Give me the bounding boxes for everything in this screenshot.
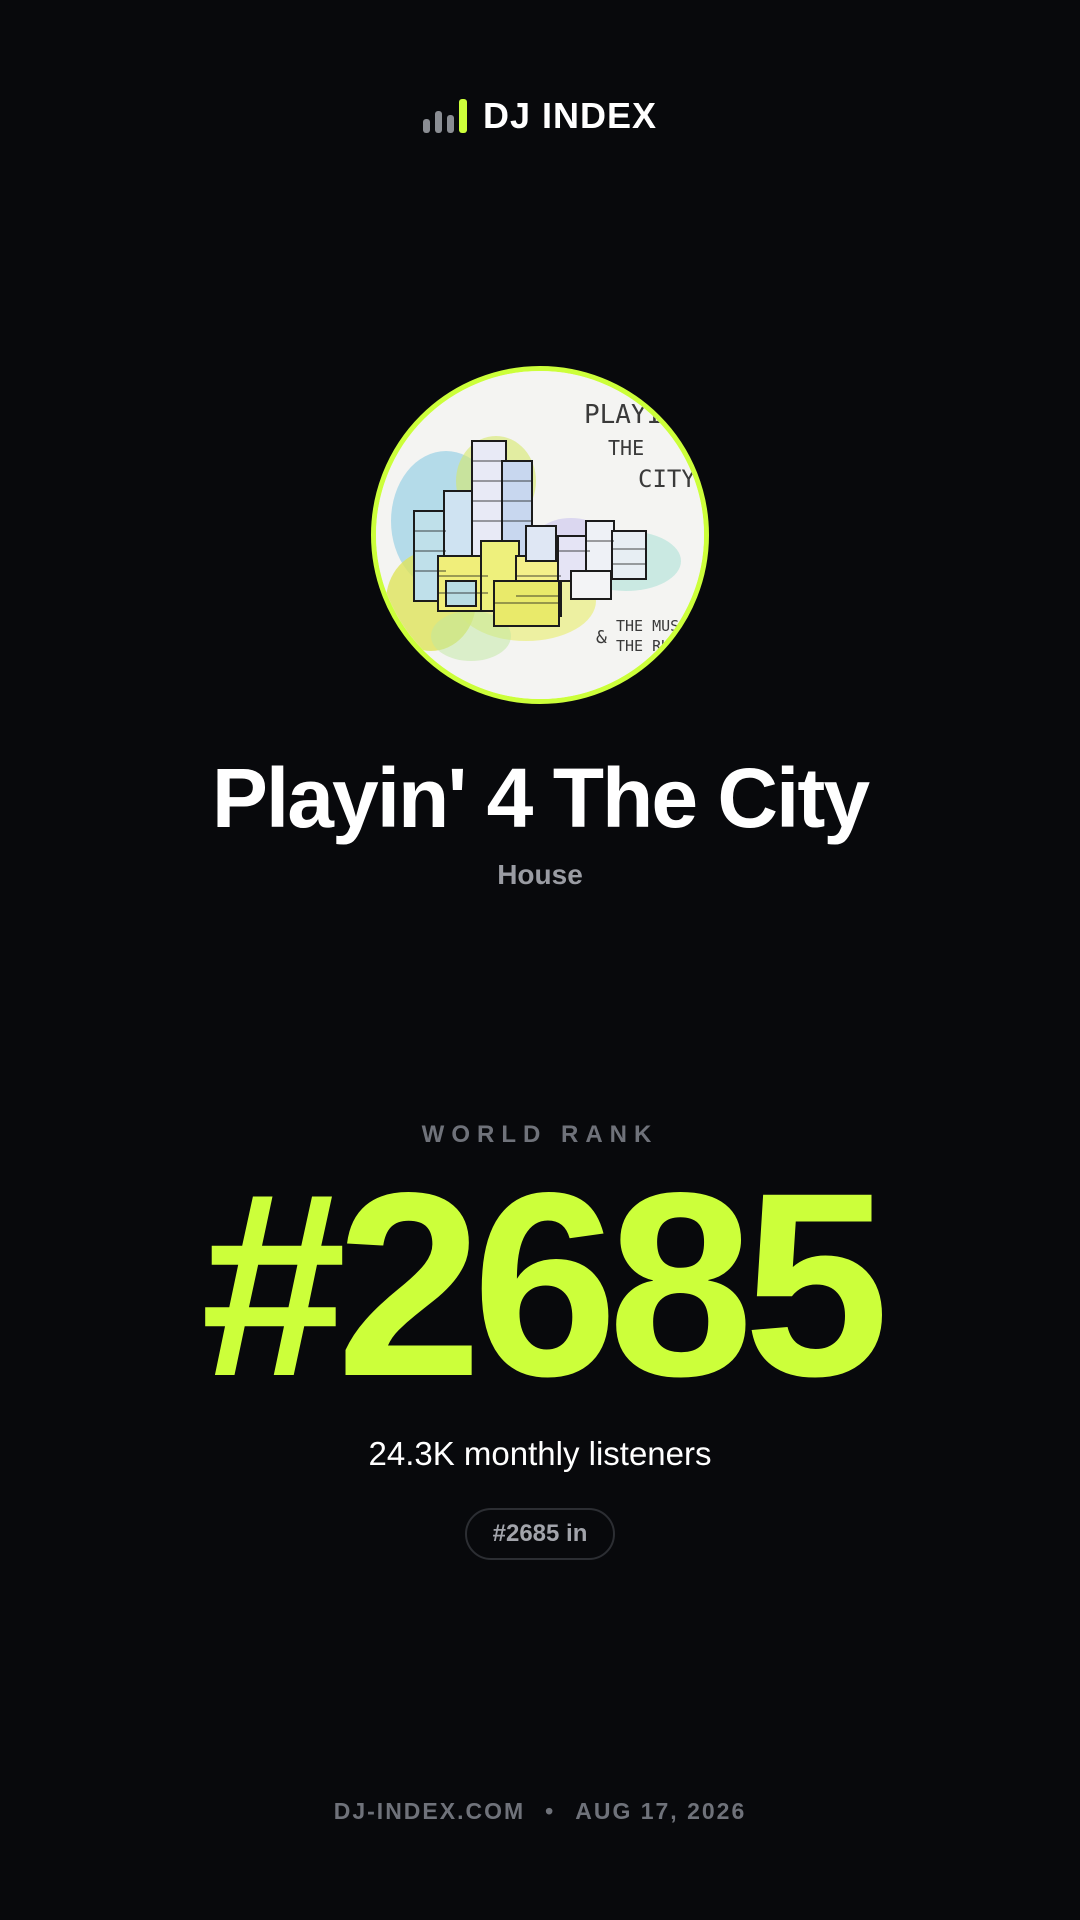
svg-text:CITY: CITY bbox=[638, 465, 696, 493]
world-rank-value: #2685 bbox=[200, 1138, 890, 1431]
svg-text:THE: THE bbox=[608, 436, 644, 460]
dj-name: Playin' 4 The City bbox=[211, 751, 870, 845]
accent-bar bbox=[458, 99, 467, 133]
monthly-listeners: 24.3K monthly listeners bbox=[368, 1435, 712, 1472]
genre-label: House bbox=[497, 859, 583, 890]
svg-text:PLAYIN: PLAYIN bbox=[584, 400, 678, 430]
album-artwork-image: PLAYIN THE CITY 4 THE MUSIC THE RHYTHM & bbox=[376, 371, 704, 699]
bar-chart-logo-icon bbox=[422, 99, 467, 133]
avatar: PLAYIN THE CITY 4 THE MUSIC THE RHYTHM & bbox=[371, 366, 709, 704]
brand-header: DJ INDEX bbox=[0, 96, 1080, 136]
brand-name: DJ INDEX bbox=[482, 95, 658, 136]
footer: DJ-INDEX.COM • AUG 17, 2026 bbox=[0, 1796, 1080, 1826]
footer-separator: • bbox=[545, 1798, 556, 1824]
footer-date: AUG 17, 2026 bbox=[575, 1798, 747, 1824]
svg-text:THE RHYTHM: THE RHYTHM bbox=[616, 637, 704, 655]
rank-pill-container: #2685 in bbox=[0, 1508, 1080, 1560]
footer-site: DJ-INDEX.COM bbox=[333, 1798, 526, 1824]
svg-text:&: & bbox=[596, 627, 607, 648]
svg-text:THE MUSIC: THE MUSIC bbox=[616, 617, 697, 635]
svg-text:4: 4 bbox=[676, 410, 696, 450]
rank-pill: #2685 in bbox=[464, 1508, 616, 1560]
